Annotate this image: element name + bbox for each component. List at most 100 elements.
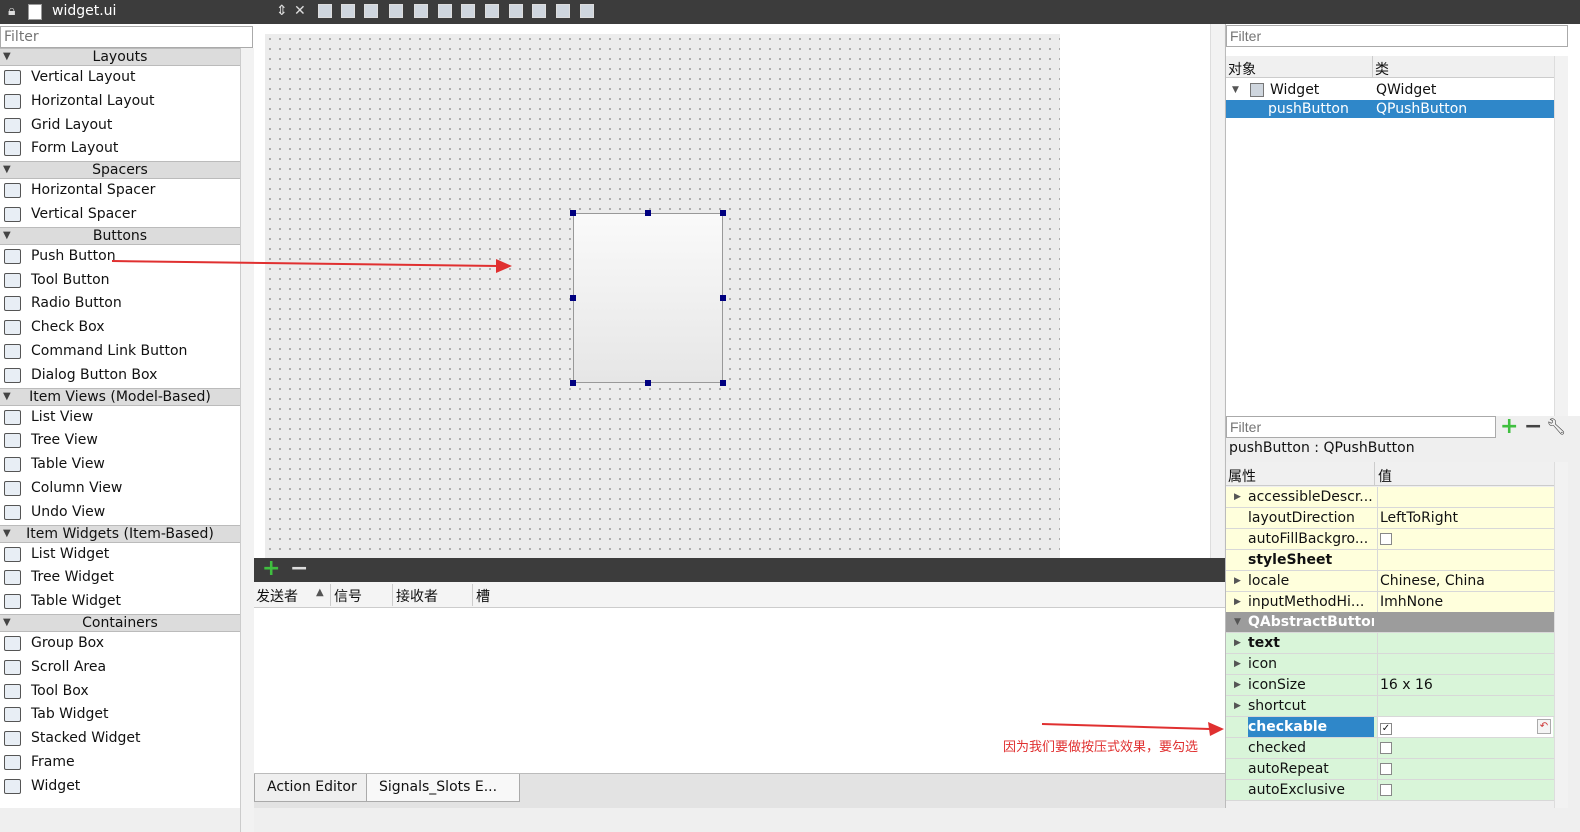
widget-item[interactable]: Undo View — [0, 501, 240, 525]
object-column-header[interactable]: 对象 — [1228, 59, 1256, 79]
layout-vertical-icon[interactable] — [438, 4, 452, 18]
property-row[interactable]: checkable ✓ ↶ — [1226, 716, 1554, 738]
resize-handle[interactable] — [645, 210, 651, 216]
property-value[interactable] — [1377, 487, 1553, 507]
widget-item[interactable]: Vertical Layout — [0, 66, 240, 90]
layout-splitter-v-icon[interactable] — [485, 4, 499, 18]
property-value[interactable] — [1377, 528, 1553, 549]
property-row[interactable]: ▶ iconSize 16 x 16 — [1226, 675, 1554, 697]
widget-item[interactable]: Table View — [0, 453, 240, 477]
property-row[interactable]: ▶ inputMethodHi... ImhNone — [1226, 591, 1554, 613]
widget-category[interactable]: ▼ Item Widgets (Item-Based) — [0, 524, 240, 543]
resize-handle[interactable] — [720, 295, 726, 301]
object-inspector-scrollbar[interactable] — [1554, 56, 1568, 416]
widget-item[interactable]: Command Link Button — [0, 340, 240, 364]
add-property-icon[interactable]: + — [1500, 414, 1518, 439]
property-column-header[interactable]: 属性 — [1228, 466, 1256, 486]
remove-property-icon[interactable]: − — [1524, 414, 1542, 439]
property-editor-scrollbar[interactable] — [1554, 462, 1568, 808]
resize-handle[interactable] — [720, 210, 726, 216]
edit-widgets-icon[interactable] — [318, 4, 332, 18]
resize-handle[interactable] — [645, 380, 651, 386]
collapse-arrow-icon[interactable]: ▼ — [3, 228, 11, 244]
edit-tab-order-icon[interactable] — [389, 4, 403, 18]
widget-category[interactable]: ▼ Item Views (Model-Based) — [0, 387, 240, 406]
canvas-scrollbar[interactable] — [1210, 24, 1224, 558]
property-value[interactable]: 16 x 16 — [1377, 675, 1553, 696]
property-value[interactable] — [1377, 696, 1553, 716]
widget-item[interactable]: Widget — [0, 775, 240, 799]
expand-arrow-icon[interactable]: ▶ — [1234, 487, 1241, 507]
edit-buddies-icon[interactable] — [364, 4, 378, 18]
value-column-header[interactable]: 值 — [1378, 466, 1392, 486]
resize-handle[interactable] — [570, 380, 576, 386]
property-row[interactable]: autoExclusive — [1226, 779, 1554, 801]
property-row[interactable]: ▶ shortcut — [1226, 696, 1554, 717]
property-value[interactable] — [1377, 737, 1553, 758]
resize-handle[interactable] — [570, 210, 576, 216]
add-connection-icon[interactable]: + — [262, 558, 280, 580]
expand-arrow-icon[interactable]: ▶ — [1234, 633, 1241, 653]
widget-item[interactable]: Tool Box — [0, 680, 240, 704]
property-row[interactable]: autoFillBackgro... — [1226, 528, 1554, 550]
object-row-pushbutton[interactable]: pushButton QPushButton — [1226, 100, 1554, 118]
property-value[interactable]: LeftToRight — [1377, 507, 1553, 528]
layout-form-icon[interactable] — [532, 4, 546, 18]
tab-action-editor[interactable]: Action Editor — [254, 774, 370, 802]
property-filter-input[interactable] — [1226, 416, 1496, 438]
adjust-size-icon[interactable] — [580, 4, 594, 18]
collapse-arrow-icon[interactable]: ▼ — [3, 526, 11, 542]
property-row[interactable]: layoutDirection LeftToRight — [1226, 507, 1554, 529]
widget-item[interactable]: List Widget — [0, 543, 240, 567]
edit-signals-icon[interactable] — [341, 4, 355, 18]
expand-arrow-icon[interactable]: ▶ — [1234, 696, 1241, 716]
break-layout-icon[interactable] — [556, 4, 570, 18]
property-row[interactable]: styleSheet — [1226, 549, 1554, 571]
reset-property-icon[interactable]: ↶ — [1537, 718, 1551, 734]
property-row[interactable]: ▶ icon — [1226, 654, 1554, 676]
receiver-column-header[interactable]: 接收者 — [396, 586, 438, 606]
widget-filter-input[interactable] — [0, 26, 253, 48]
widget-item[interactable]: Tab Widget — [0, 703, 240, 727]
property-row[interactable]: ▶ text — [1226, 633, 1554, 655]
widget-item[interactable]: Dialog Button Box — [0, 364, 240, 388]
widget-item[interactable]: Scroll Area — [0, 656, 240, 680]
property-value[interactable]: ImhNone — [1377, 591, 1553, 612]
layout-horizontal-icon[interactable] — [414, 4, 428, 18]
property-checkbox[interactable] — [1380, 783, 1392, 796]
collapse-arrow-icon[interactable]: ▼ — [1234, 612, 1241, 632]
file-switch-icon[interactable]: ⇕ — [276, 2, 288, 20]
resize-handle[interactable] — [720, 380, 726, 386]
widget-category[interactable]: ▼ Buttons — [0, 226, 240, 245]
property-checkbox[interactable] — [1380, 532, 1392, 545]
property-row[interactable]: checked — [1226, 737, 1554, 759]
property-row[interactable]: ▶ locale Chinese, China — [1226, 570, 1554, 592]
widget-category[interactable]: ▼ Spacers — [0, 161, 240, 180]
layout-splitter-h-icon[interactable] — [461, 4, 475, 18]
layout-grid-icon[interactable] — [509, 4, 523, 18]
widget-item[interactable]: Tree View — [0, 429, 240, 453]
widget-item[interactable]: Column View — [0, 477, 240, 501]
widget-item[interactable]: Horizontal Layout — [0, 90, 240, 114]
widget-category[interactable]: ▼ Layouts — [0, 48, 240, 66]
collapse-arrow-icon[interactable]: ▼ — [3, 162, 11, 178]
property-value[interactable]: Chinese, China — [1377, 570, 1553, 591]
signal-column-header[interactable]: 信号 — [334, 586, 362, 606]
widget-item[interactable]: Horizontal Spacer — [0, 179, 240, 203]
widget-item[interactable]: Frame — [0, 751, 240, 775]
widget-item[interactable]: Grid Layout — [0, 114, 240, 138]
close-file-icon[interactable]: ✕ — [294, 2, 306, 20]
property-checkbox[interactable]: ✓ — [1380, 722, 1392, 735]
property-value[interactable] — [1377, 779, 1553, 800]
widget-item[interactable]: Vertical Spacer — [0, 203, 240, 227]
remove-connection-icon[interactable]: − — [290, 558, 308, 580]
property-row[interactable]: ▶ accessibleDescr... — [1226, 487, 1554, 508]
widget-item[interactable]: Tree Widget — [0, 566, 240, 590]
object-filter-input[interactable] — [1226, 25, 1568, 47]
expand-arrow-icon[interactable]: ▶ — [1234, 675, 1241, 695]
widget-item[interactable]: Check Box — [0, 316, 240, 340]
slot-column-header[interactable]: 槽 — [476, 586, 490, 606]
widget-item[interactable]: Table Widget — [0, 590, 240, 614]
widget-item[interactable]: Form Layout — [0, 137, 240, 161]
collapse-arrow-icon[interactable]: ▼ — [3, 389, 11, 405]
